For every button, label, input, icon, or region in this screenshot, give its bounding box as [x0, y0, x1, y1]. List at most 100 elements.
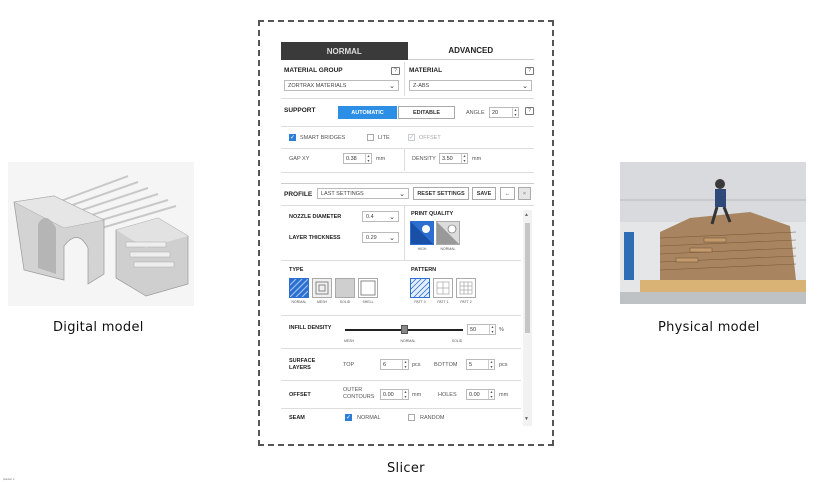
top-label: TOP	[343, 362, 355, 368]
mesh-icon	[315, 281, 329, 295]
pattern-2-tile[interactable]	[456, 278, 476, 298]
type-solid-tile[interactable]	[335, 278, 355, 298]
gap-xy-spinner[interactable]: ▲ ▼	[365, 154, 371, 163]
bottom-input[interactable]: 5 ▲ ▼	[466, 359, 495, 370]
offset-checkbox[interactable]: ✓	[408, 134, 415, 141]
divider	[404, 149, 405, 171]
quality-high-tile[interactable]	[410, 221, 434, 245]
mode-tabs: NORMAL ADVANCED	[281, 42, 534, 60]
support-editable-button[interactable]: EDITABLE	[398, 106, 455, 119]
infill-tick-mesh: MESH	[343, 339, 355, 343]
divider	[281, 98, 534, 99]
holes-spinner[interactable]: ▲ ▼	[488, 390, 494, 399]
outer-contours-spinner[interactable]: ▲ ▼	[402, 390, 408, 399]
top-value: 6	[383, 362, 387, 368]
pattern-0-tile[interactable]	[410, 278, 430, 298]
reset-settings-button[interactable]: RESET SETTINGS	[413, 187, 469, 200]
density-spinner[interactable]: ▲ ▼	[461, 154, 467, 163]
pattern-diagonal-icon	[410, 278, 430, 298]
material-select[interactable]: Z-ABS ⌄	[409, 80, 532, 91]
bottom-unit: pcs	[499, 362, 508, 368]
material-value: Z-ABS	[413, 83, 430, 89]
profile-select[interactable]: LAST SETTINGS ⌄	[317, 188, 409, 199]
close-button[interactable]: ×	[518, 187, 531, 200]
surface-layers-label-1: SURFACE	[289, 358, 316, 364]
profile-value: LAST SETTINGS	[321, 191, 364, 197]
infill-density-spinner[interactable]: ▲ ▼	[489, 325, 495, 334]
divider	[281, 348, 521, 349]
divider	[281, 126, 534, 127]
angle-spinner[interactable]: ▲ ▼	[512, 108, 518, 117]
infill-density-input[interactable]: 50 ▲ ▼	[467, 324, 496, 335]
chevron-down-icon: ⌄	[389, 83, 395, 90]
angle-input[interactable]: 20 ▲ ▼	[489, 107, 519, 118]
lite-checkbox[interactable]	[367, 134, 374, 141]
pattern-1-tile[interactable]	[433, 278, 453, 298]
seam-normal-checkbox[interactable]: ✓	[345, 414, 352, 421]
outer-contours-value: 0.00	[383, 392, 394, 398]
material-label: MATERIAL	[409, 67, 443, 74]
outer-contours-label-2: CONTOURS	[343, 394, 375, 400]
infill-density-label: INFILL DENSITY	[289, 325, 332, 331]
type-solid-label: SOLID	[339, 300, 351, 304]
divider	[281, 408, 521, 409]
quality-normal-label: NORMAL	[440, 247, 456, 251]
divider	[281, 315, 521, 316]
divider	[281, 183, 534, 184]
gap-xy-input[interactable]: 0.38 ▲ ▼	[343, 153, 372, 164]
holes-value: 0.00	[469, 392, 480, 398]
layer-thickness-label: LAYER THICKNESS	[289, 235, 341, 241]
gap-xy-label: GAP XY	[289, 156, 310, 162]
support-automatic-button[interactable]: AUTOMATIC	[338, 106, 397, 119]
save-button[interactable]: SAVE	[472, 187, 496, 200]
nozzle-diameter-label: NOZZLE DIAMETER	[289, 214, 342, 220]
type-label: TYPE	[289, 267, 304, 273]
section-gap	[281, 173, 534, 183]
corner-note: planter 1	[3, 477, 15, 481]
scroll-down-icon[interactable]: ▼	[524, 416, 529, 422]
pattern-2-label: PATT 2	[460, 300, 472, 304]
tab-normal[interactable]: NORMAL	[281, 42, 408, 60]
scroll-up-icon[interactable]: ▲	[524, 212, 529, 218]
density-value: 3.50	[442, 156, 453, 162]
back-arrow-button[interactable]: ←	[500, 187, 515, 200]
gap-xy-value: 0.38	[346, 156, 357, 162]
type-mesh-tile[interactable]	[312, 278, 332, 298]
infill-slider-thumb[interactable]	[401, 325, 408, 334]
type-shell-tile[interactable]	[358, 278, 378, 298]
material-group-select[interactable]: ZORTRAX MATERIALS ⌄	[284, 80, 399, 91]
infill-tick-solid: SOLID	[451, 339, 463, 343]
layer-thickness-select[interactable]: 0.29 ⌄	[362, 232, 399, 243]
infill-tick-normal: NORMAL	[400, 339, 416, 343]
support-label: SUPPORT	[284, 107, 316, 114]
outer-contours-label-1: OUTER	[343, 387, 363, 393]
physical-model-illustration	[620, 162, 806, 304]
top-input[interactable]: 6 ▲ ▼	[380, 359, 409, 370]
material-group-help-icon[interactable]: ?	[391, 67, 400, 75]
tab-advanced[interactable]: ADVANCED	[407, 42, 534, 60]
smart-bridges-checkbox[interactable]: ✓	[289, 134, 296, 141]
material-group-value: ZORTRAX MATERIALS	[288, 83, 347, 89]
panel-scrollbar-thumb[interactable]	[525, 223, 530, 333]
seam-random-checkbox[interactable]	[408, 414, 415, 421]
quality-normal-icon	[437, 222, 459, 244]
divider	[404, 206, 405, 260]
physical-model-caption: Physical model	[658, 320, 760, 335]
quality-high-label: HIGH	[417, 247, 427, 251]
top-spinner[interactable]: ▲ ▼	[402, 360, 408, 369]
type-normal-tile[interactable]	[289, 278, 309, 298]
density-input[interactable]: 3.50 ▲ ▼	[439, 153, 468, 164]
hatch-icon	[289, 278, 309, 298]
seam-label: SEAM	[289, 415, 305, 421]
nozzle-diameter-select[interactable]: 0.4 ⌄	[362, 211, 399, 222]
divider	[281, 380, 521, 381]
bottom-spinner[interactable]: ▲ ▼	[488, 360, 494, 369]
holes-input[interactable]: 0.00 ▲ ▼	[466, 389, 495, 400]
support-help-icon[interactable]: ?	[525, 107, 534, 115]
gap-xy-unit: mm	[376, 156, 386, 162]
slicer-panel: NORMAL ADVANCED MATERIAL GROUP ? ZORTRAX…	[281, 42, 534, 426]
shell-icon	[360, 280, 376, 296]
outer-contours-input[interactable]: 0.00 ▲ ▼	[380, 389, 409, 400]
material-help-icon[interactable]: ?	[525, 67, 534, 75]
quality-normal-tile[interactable]	[436, 221, 460, 245]
